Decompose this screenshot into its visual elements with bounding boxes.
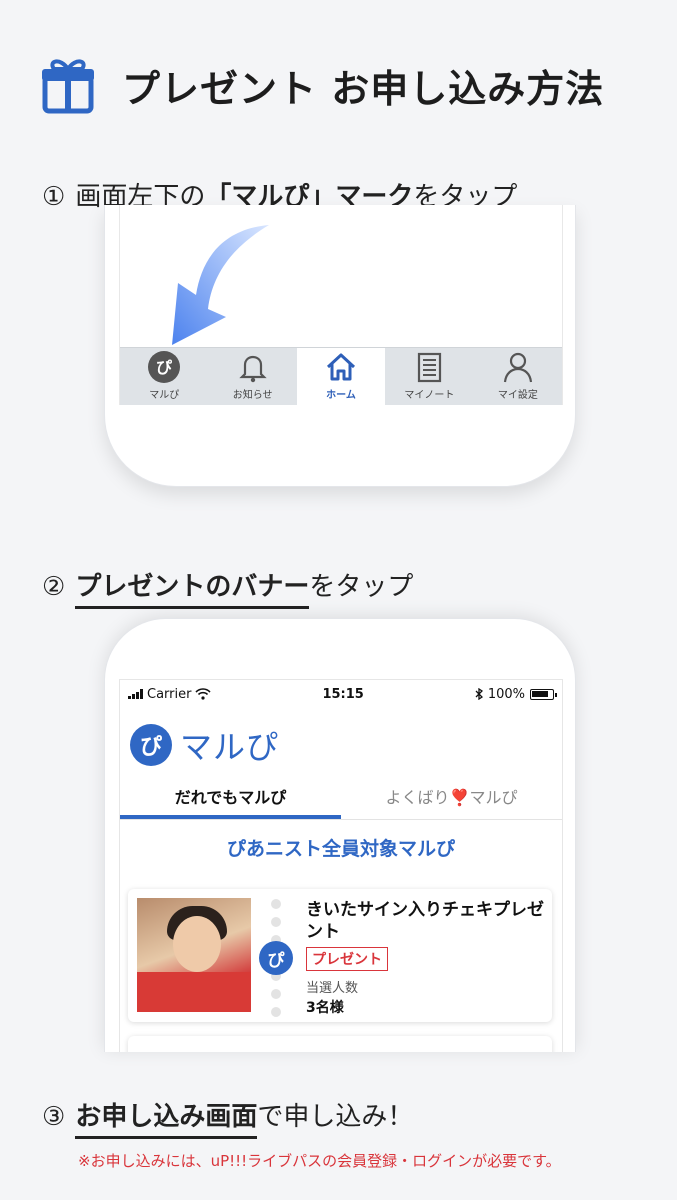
tab-label: マイノート bbox=[404, 390, 455, 401]
pointer-arrow-icon bbox=[172, 225, 269, 345]
gift-icon bbox=[42, 59, 94, 114]
phone-screen: ぴ マルぴ お知らせ ホーム マイノート マイ設定 bbox=[119, 205, 563, 405]
phone-mockup-app: Carrier 15:15 100% ぴ マルぴ だれでもマルぴ よくばり❣️マ… bbox=[104, 618, 576, 1052]
tab-home[interactable]: ホーム bbox=[296, 348, 386, 405]
marupi-logo-icon: ぴ bbox=[130, 724, 172, 766]
step-highlight: プレゼントのバナー bbox=[75, 572, 310, 609]
carrier-label: Carrier bbox=[147, 686, 192, 702]
marupi-icon: ぴ bbox=[148, 351, 181, 383]
phone-screen: Carrier 15:15 100% ぴ マルぴ だれでもマルぴ よくばり❣️マ… bbox=[119, 679, 563, 1052]
step-suffix: で申し込み！ bbox=[257, 1102, 414, 1132]
tab-notifications[interactable]: お知らせ bbox=[208, 348, 296, 405]
phone-mockup-tabbar: ぴ マルぴ お知らせ ホーム マイノート マイ設定 bbox=[104, 205, 576, 487]
tab-mynote[interactable]: マイノート bbox=[385, 348, 473, 405]
section-title: ぴあニスト全員対象マルぴ bbox=[226, 838, 455, 860]
tab-daredemo[interactable]: だれでもマルぴ bbox=[120, 778, 341, 819]
tab-label: お知らせ bbox=[232, 390, 273, 401]
step-number: ① bbox=[42, 182, 66, 212]
wifi-icon bbox=[195, 688, 212, 700]
battery-percent: 100% bbox=[487, 686, 525, 702]
home-icon bbox=[326, 353, 356, 381]
step-2: ② プレゼントのバナーをタップ bbox=[42, 566, 414, 609]
next-banner-card[interactable] bbox=[128, 1036, 552, 1052]
tab-mysettings[interactable]: マイ設定 bbox=[474, 348, 562, 405]
app-brand: ぴ マルぴ bbox=[120, 708, 562, 768]
step-number: ③ bbox=[42, 1102, 66, 1132]
battery-icon bbox=[530, 688, 557, 700]
tab-label: ホーム bbox=[326, 390, 356, 401]
tab-marupi[interactable]: ぴ マルぴ bbox=[120, 348, 208, 405]
status-bar: Carrier 15:15 100% bbox=[120, 680, 562, 708]
bluetooth-icon bbox=[475, 688, 483, 700]
signal-icon bbox=[128, 689, 143, 699]
svg-text:ぴ: ぴ bbox=[156, 358, 172, 377]
marupi-badge-icon: ぴ bbox=[259, 941, 293, 975]
bell-icon bbox=[238, 355, 267, 383]
tab-label: マルぴ bbox=[149, 390, 180, 401]
user-icon bbox=[503, 352, 532, 383]
tab-yokubari[interactable]: よくばり❣️マルぴ bbox=[341, 778, 562, 819]
step-highlight: お申し込み画面 bbox=[75, 1102, 258, 1139]
page-title: プレゼント お申し込み方法 bbox=[122, 66, 605, 111]
winners-count: 3名様 bbox=[306, 1000, 344, 1016]
step-suffix: をタップ bbox=[309, 572, 414, 602]
card-title: きいたサイン入りチェキプレゼント bbox=[306, 900, 544, 942]
notebook-icon bbox=[418, 352, 442, 383]
present-tag: プレゼント bbox=[306, 947, 388, 971]
brand-name: マルぴ bbox=[180, 728, 280, 766]
status-time: 15:15 bbox=[322, 686, 364, 702]
registration-note: ※お申し込みには、uP!!!ライブパスの会員登録・ログインが必要です。 bbox=[78, 1152, 561, 1170]
tab-label: マイ設定 bbox=[497, 390, 538, 401]
app-tabs: だれでもマルぴ よくばり❣️マルぴ bbox=[120, 778, 562, 820]
banner-photo bbox=[137, 898, 251, 1012]
page-header: プレゼント お申し込み方法 bbox=[40, 50, 604, 120]
winners-label: 当選人数 bbox=[306, 981, 359, 996]
tab-bar: ぴ マルぴ お知らせ ホーム マイノート マイ設定 bbox=[120, 347, 562, 405]
step-number: ② bbox=[42, 572, 66, 602]
step-3: ③ お申し込み画面で申し込み！ bbox=[42, 1096, 414, 1139]
present-banner-card[interactable]: ぴ きいたサイン入りチェキプレゼント プレゼント 当選人数 3名様 bbox=[128, 889, 552, 1022]
